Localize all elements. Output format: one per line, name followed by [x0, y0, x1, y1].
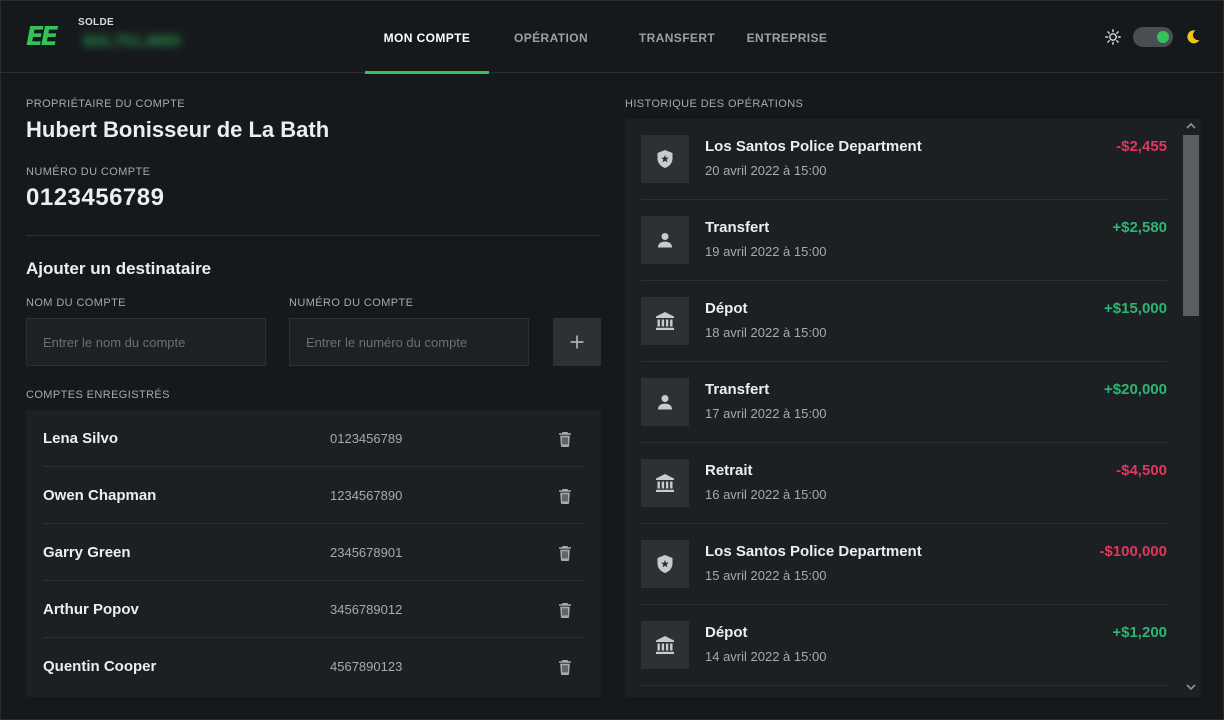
saved-account-number: 1234567890 — [330, 487, 403, 503]
bank-icon — [641, 459, 689, 507]
owner-label: PROPRIÉTAIRE DU COMPTE — [26, 98, 185, 110]
saved-account-name: Garry Green — [43, 543, 131, 561]
history-title: Los Santos Police Department — [705, 138, 922, 155]
trash-icon[interactable] — [558, 431, 572, 447]
saved-account-row: Arthur Popov 3456789012 — [43, 581, 584, 638]
history-row: Retrait 16 avril 2022 à 15:00 -$4,500 — [641, 443, 1167, 524]
saved-account-row: Garry Green 2345678901 — [43, 524, 584, 581]
tab-entreprise[interactable]: ENTREPRISE — [741, 1, 833, 73]
history-panel[interactable]: Los Santos Police Department 20 avril 20… — [625, 119, 1201, 697]
history-title: Los Santos Police Department — [705, 543, 922, 560]
history-list: Los Santos Police Department 20 avril 20… — [641, 119, 1167, 686]
toggle-knob — [1157, 31, 1169, 43]
history-amount: +$20,000 — [1104, 381, 1167, 398]
history-amount: +$2,580 — [1112, 219, 1167, 236]
balance-label: SOLDE — [78, 17, 114, 28]
trash-icon[interactable] — [558, 488, 572, 504]
chevron-up-icon[interactable] — [1185, 121, 1197, 131]
history-amount: -$100,000 — [1099, 543, 1167, 560]
account-number-label: NUMÉRO DU COMPTE — [26, 166, 151, 178]
history-row: Dépot 14 avril 2022 à 15:00 +$1,200 — [641, 605, 1167, 686]
history-row: Transfert 17 avril 2022 à 15:00 +$20,000 — [641, 362, 1167, 443]
history-label: HISTORIQUE DES OPÉRATIONS — [625, 98, 804, 110]
brand-logo: EE — [26, 22, 59, 52]
saved-account-row: Lena Silvo 0123456789 — [43, 410, 584, 467]
history-date: 15 avril 2022 à 15:00 — [705, 568, 827, 583]
bank-icon — [641, 297, 689, 345]
saved-account-name: Arthur Popov — [43, 600, 139, 618]
main-nav: MON COMPTE OPÉRATION TRANSFERT ENTREPRIS… — [365, 1, 833, 74]
bank-icon — [641, 621, 689, 669]
tab-mon-compte[interactable]: MON COMPTE — [365, 1, 489, 74]
moon-icon — [1187, 30, 1200, 44]
tab-transfert[interactable]: TRANSFERT — [613, 1, 741, 73]
tab-operation[interactable]: OPÉRATION — [489, 1, 613, 73]
saved-account-name: Owen Chapman — [43, 486, 157, 504]
history-row: Los Santos Police Department 15 avril 20… — [641, 524, 1167, 605]
history-title: Dépot — [705, 624, 748, 641]
history-date: 16 avril 2022 à 15:00 — [705, 487, 827, 502]
history-title: Transfert — [705, 219, 770, 236]
trash-icon[interactable] — [558, 659, 572, 675]
history-amount: -$4,500 — [1116, 462, 1167, 479]
person-icon — [641, 378, 689, 426]
account-name-label: NOM DU COMPTE — [26, 297, 126, 309]
history-date: 20 avril 2022 à 15:00 — [705, 163, 827, 178]
theme-toggle[interactable] — [1133, 27, 1173, 47]
trash-icon[interactable] — [558, 602, 572, 618]
history-amount: -$2,455 — [1116, 138, 1167, 155]
police-badge-icon — [641, 540, 689, 588]
history-row: Transfert 19 avril 2022 à 15:00 +$2,580 — [641, 200, 1167, 281]
account-name-input[interactable] — [26, 318, 266, 366]
balance-value: $32,751,4683 — [83, 33, 181, 50]
add-recipient-title: Ajouter un destinataire — [26, 259, 212, 278]
person-icon — [641, 216, 689, 264]
chevron-down-icon[interactable] — [1185, 682, 1197, 692]
scrollbar-thumb[interactable] — [1183, 135, 1199, 316]
saved-accounts-list: Lena Silvo 0123456789 Owen Chapman 12345… — [26, 410, 601, 697]
saved-accounts-label: COMPTES ENREGISTRÉS — [26, 389, 170, 401]
history-amount: +$1,200 — [1112, 624, 1167, 641]
history-title: Dépot — [705, 300, 748, 317]
saved-account-number: 2345678901 — [330, 544, 403, 560]
history-date: 17 avril 2022 à 15:00 — [705, 406, 827, 421]
owner-name: Hubert Bonisseur de La Bath — [26, 117, 330, 142]
divider — [26, 235, 601, 236]
top-bar: EE SOLDE $32,751,4683 MON COMPTE OPÉRATI… — [1, 1, 1223, 74]
saved-account-number: 0123456789 — [330, 430, 403, 446]
saved-account-row: Quentin Cooper 4567890123 — [43, 638, 584, 695]
history-title: Retrait — [705, 462, 753, 479]
add-recipient-button[interactable] — [553, 318, 601, 366]
history-date: 14 avril 2022 à 15:00 — [705, 649, 827, 664]
history-title: Transfert — [705, 381, 770, 398]
plus-icon — [570, 335, 584, 349]
history-date: 19 avril 2022 à 15:00 — [705, 244, 827, 259]
account-number: 0123456789 — [26, 184, 165, 211]
history-row: Los Santos Police Department 20 avril 20… — [641, 119, 1167, 200]
account-number-field-label: NUMÉRO DU COMPTE — [289, 297, 414, 309]
theme-switcher — [1105, 27, 1201, 47]
trash-icon[interactable] — [558, 545, 572, 561]
history-row: Dépot 18 avril 2022 à 15:00 +$15,000 — [641, 281, 1167, 362]
banking-app: EE SOLDE $32,751,4683 MON COMPTE OPÉRATI… — [0, 0, 1224, 720]
history-amount: +$15,000 — [1104, 300, 1167, 317]
saved-account-name: Quentin Cooper — [43, 658, 157, 675]
saved-account-row: Owen Chapman 1234567890 — [43, 467, 584, 524]
history-date: 18 avril 2022 à 15:00 — [705, 325, 827, 340]
sun-icon — [1105, 29, 1121, 45]
police-badge-icon — [641, 135, 689, 183]
account-number-input[interactable] — [289, 318, 529, 366]
saved-account-number: 3456789012 — [330, 601, 403, 617]
saved-account-name: Lena Silvo — [43, 429, 119, 447]
saved-account-number: 4567890123 — [330, 659, 403, 674]
